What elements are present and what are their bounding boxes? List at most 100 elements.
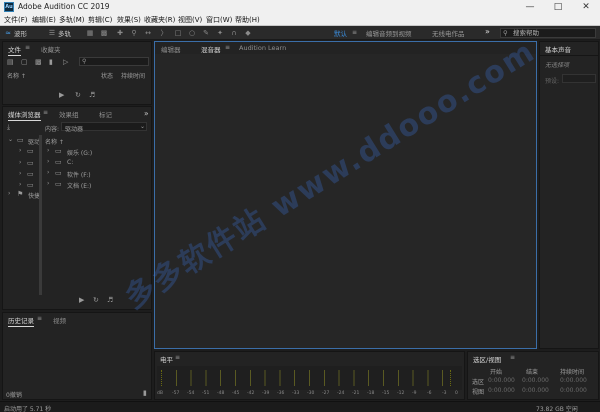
column-name[interactable]: 名称 ↑ [7,71,26,80]
move-tool-icon[interactable]: ✚ [116,29,124,37]
snap-icon[interactable]: ∩ [230,29,238,37]
undo-count: 0撤销 [6,392,22,399]
column-name[interactable]: 名称 ↑ [45,137,64,146]
loop-icon[interactable]: ↻ [93,296,99,304]
spectral-icon[interactable]: ▦ [86,29,94,37]
workspace-default[interactable]: 默认 [334,28,347,38]
meter-tick: -9 [412,391,417,396]
preset-select[interactable] [562,74,596,83]
list-item[interactable]: C: [67,159,73,166]
selection-duration-value[interactable]: 0:00.000 [560,377,587,384]
collapsed-arrow-icon[interactable]: › [19,159,21,167]
selection-start-value[interactable]: 0:00.000 [488,377,515,384]
close-file-icon[interactable]: ▮ [49,58,53,66]
lasso-tool-icon[interactable]: ○ [188,29,196,37]
essential-sound-title: 基本声音 [545,46,571,54]
search-help-input[interactable]: ⚲ 搜索帮助 [500,28,596,38]
import-media-icon[interactable]: ⤓ [7,123,10,131]
pitch-icon[interactable]: ▩ [100,29,108,37]
column-status[interactable]: 状态 [101,71,113,80]
chevron-down-icon: ⌄ [140,123,146,130]
tab-media-browser[interactable]: 媒体浏览器 [8,109,41,121]
collapsed-arrow-icon[interactable]: › [19,147,21,155]
menu-help[interactable]: 帮助(H) [235,15,260,25]
panel-menu-icon[interactable]: ≡ [510,354,515,362]
loop-icon[interactable]: ↻ [75,91,81,99]
tree-splitter[interactable] [39,135,42,295]
expand-arrow-icon[interactable]: › [47,147,49,155]
open-file-icon[interactable]: ▤ [7,58,14,66]
tab-audition-learn[interactable]: Audition Learn [239,44,286,52]
shortcut-flag-icon: ⚑ [17,190,24,198]
import-icon[interactable]: ▩ [35,58,42,66]
delete-icon[interactable]: ▮ [143,389,147,397]
workspace-menu-icon[interactable]: ≡ [352,29,357,37]
selection-end-value[interactable]: 0:00.000 [522,377,549,384]
tab-files[interactable]: 文件 [8,44,21,56]
panel-menu-icon[interactable]: ≡ [37,315,42,323]
multitrack-icon[interactable]: ☰ [48,29,56,37]
collapsed-arrow-icon[interactable]: › [8,190,10,198]
search-icon: ⚲ [82,58,87,65]
list-item[interactable]: 娱乐 (G:) [67,148,92,157]
waveform-icon[interactable]: ≈ [4,29,12,37]
tab-markers[interactable]: 标记 [99,109,112,119]
play-icon[interactable]: ▶ [59,91,64,99]
column-duration[interactable]: 持续时间 [121,71,145,80]
expand-arrow-icon[interactable]: ⌄ [8,136,13,144]
panel-menu-icon[interactable]: ≡ [225,44,230,52]
expand-arrow-icon[interactable]: › [47,169,49,177]
expand-arrow-icon[interactable]: › [47,180,49,188]
menu-file[interactable]: 文件(F) [4,15,28,25]
collapsed-arrow-icon[interactable]: › [19,181,21,189]
tab-history[interactable]: 历史记录 [8,315,34,327]
close-button[interactable]: ✕ [572,0,600,14]
menu-window[interactable]: 窗口(W) [206,15,232,25]
marquee-tool-icon[interactable]: □ [174,29,182,37]
menu-edit[interactable]: 编辑(E) [32,15,56,25]
view-start-value[interactable]: 0:00.000 [488,387,515,394]
more-workspaces-button[interactable]: » [485,27,490,36]
more-tabs-icon[interactable]: » [144,109,149,118]
list-item[interactable]: 软件 (F:) [67,170,91,179]
menu-clip[interactable]: 剪辑(C) [88,15,112,25]
time-selection-tool-icon[interactable]: 〉 [160,29,168,37]
view-end-value[interactable]: 0:00.000 [522,387,549,394]
tab-editor[interactable]: 编辑器 [161,44,181,54]
insert-icon[interactable]: ▷ [63,58,68,66]
level-meter-scale: dB -57 -54 -51 -48 -45 -42 -39 -36 -33 -… [155,391,464,399]
maximize-button[interactable]: □ [544,0,572,14]
workspace-radio-production[interactable]: 无线电作品 [432,28,465,38]
workspace-audio-to-video[interactable]: 编辑音频到视频 [366,28,412,38]
view-duration-value[interactable]: 0:00.000 [560,387,587,394]
collapsed-arrow-icon[interactable]: › [19,170,21,178]
razor-tool-icon[interactable]: ⚲ [130,29,138,37]
menu-effects[interactable]: 效果(S) [117,15,141,25]
menu-favorites[interactable]: 收藏夹(R) [144,15,175,25]
slip-tool-icon[interactable]: ↔ [144,29,152,37]
tab-video[interactable]: 视频 [53,315,66,325]
panel-menu-icon[interactable]: ≡ [43,109,48,117]
multitrack-view-button[interactable]: 多轨 [58,28,71,38]
tab-favorites[interactable]: 收藏夹 [41,44,61,54]
tool-option-icon[interactable]: ◆ [244,29,252,37]
files-search-input[interactable]: ⚲ [79,57,149,66]
tab-effects-rack[interactable]: 效果组 [59,109,79,119]
autoplay-icon[interactable]: ♬ [107,296,113,304]
minimize-button[interactable]: — [516,0,544,14]
autoplay-icon[interactable]: ♬ [89,91,95,99]
list-item[interactable]: 文档 (E:) [67,181,91,190]
brush-tool-icon[interactable]: ✎ [202,29,210,37]
spot-healing-icon[interactable]: ✦ [216,29,224,37]
panel-menu-icon[interactable]: ≡ [175,354,180,362]
menu-view[interactable]: 视图(V) [178,15,202,25]
panel-menu-icon[interactable]: ≡ [25,44,30,52]
content-select[interactable]: 驱动器 ⌄ [61,122,147,133]
expand-arrow-icon[interactable]: › [47,158,49,166]
waveform-view-button[interactable]: 波形 [14,28,27,38]
drive-icon: ▭ [17,136,24,144]
new-file-icon[interactable]: ▢ [21,58,28,66]
menu-multitrack[interactable]: 多轨(M) [59,15,85,25]
editor-canvas[interactable] [155,54,536,348]
play-icon[interactable]: ▶ [79,296,84,304]
